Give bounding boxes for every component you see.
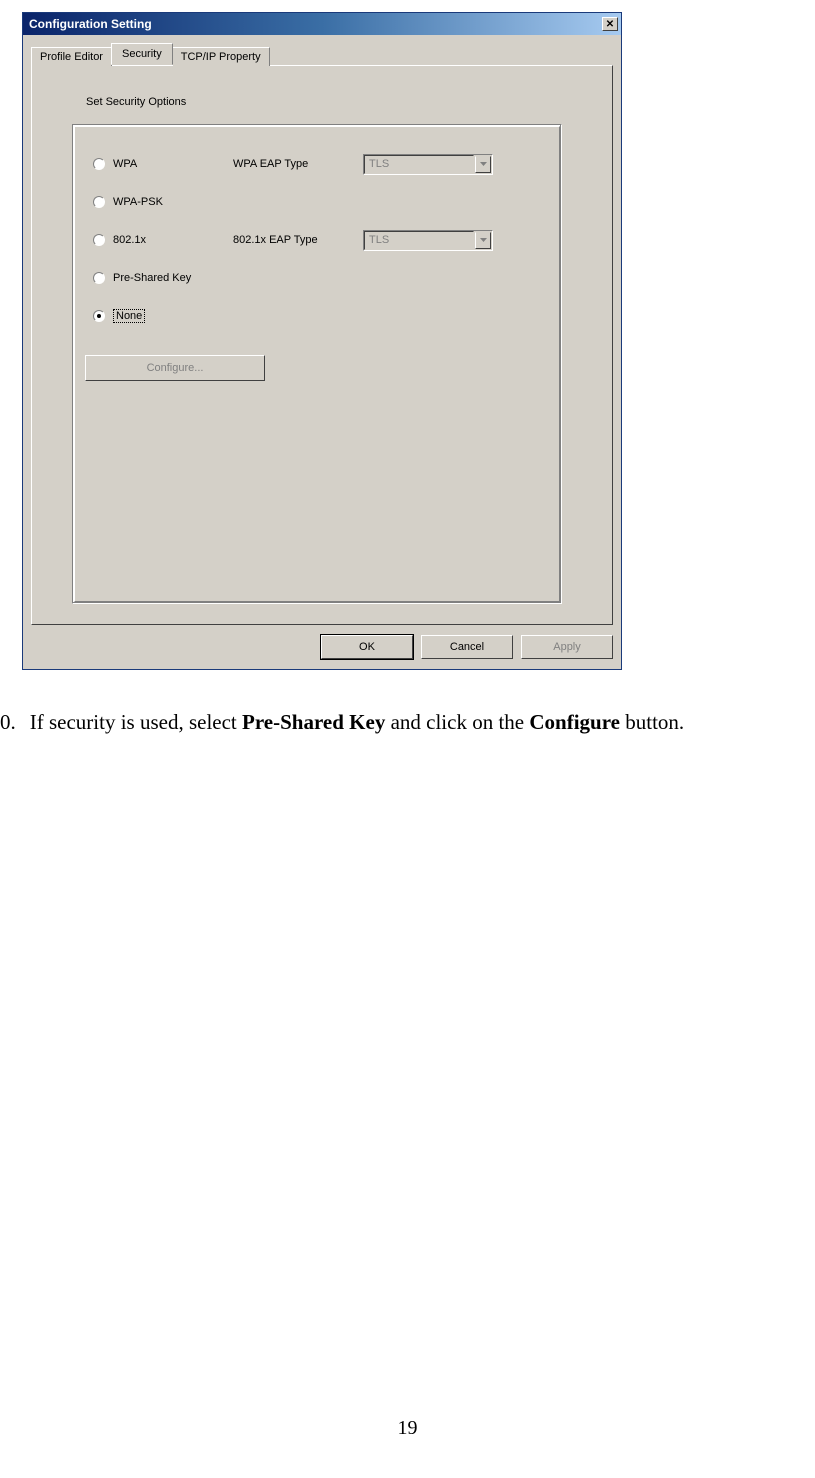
radio-psk[interactable] [93, 272, 105, 284]
dialog-button-row: OK Cancel Apply [31, 635, 613, 659]
dot1x-eap-type-label: 802.1x EAP Type [233, 234, 318, 246]
chevron-down-icon [480, 162, 487, 166]
radio-none-label: None [113, 309, 145, 323]
row-none: None [93, 297, 541, 335]
chevron-down-icon [480, 238, 487, 242]
radio-802-1x[interactable] [93, 234, 105, 246]
row-802-1x: 802.1x 802.1x EAP Type TLS [93, 221, 541, 259]
ok-button[interactable]: OK [321, 635, 413, 659]
tab-tcpip[interactable]: TCP/IP Property [172, 47, 270, 66]
radio-psk-label: Pre-Shared Key [113, 272, 191, 284]
instruction-mid: and click on the [385, 710, 529, 734]
radio-wpa-label: WPA [113, 158, 137, 170]
close-icon: ✕ [606, 19, 614, 30]
instruction-pre: If security is used, select [30, 710, 242, 734]
row-psk: Pre-Shared Key [93, 259, 541, 297]
wpa-eap-type-label: WPA EAP Type [233, 158, 308, 170]
row-wpa-psk: WPA-PSK [93, 183, 541, 221]
group-label: Set Security Options [86, 96, 592, 108]
dialog-title: Configuration Setting [29, 17, 152, 31]
dropdown-button[interactable] [475, 232, 491, 249]
dot1x-eap-type-dropdown[interactable]: TLS [363, 230, 493, 251]
dot1x-eap-type-value: TLS [364, 231, 474, 250]
instruction-text: 0. If security is used, select Pre-Shared… [0, 710, 684, 735]
radio-none[interactable] [93, 310, 105, 322]
dropdown-button[interactable] [475, 156, 491, 173]
close-button[interactable]: ✕ [602, 17, 618, 31]
radio-802-1x-label: 802.1x [113, 234, 146, 246]
tabs: Profile Editor Security TCP/IP Property [31, 43, 613, 65]
radio-wpa-psk[interactable] [93, 196, 105, 208]
instruction-number: 0. [0, 710, 16, 734]
configuration-dialog: Configuration Setting ✕ Profile Editor S… [22, 12, 622, 670]
instruction-bold1: Pre-Shared Key [242, 710, 385, 734]
wpa-eap-type-dropdown[interactable]: TLS [363, 154, 493, 175]
radio-dot-icon [97, 314, 101, 318]
apply-button[interactable]: Apply [521, 635, 613, 659]
row-wpa: WPA WPA EAP Type TLS [93, 145, 541, 183]
radio-wpa-psk-label: WPA-PSK [113, 196, 163, 208]
configure-button[interactable]: Configure... [85, 355, 265, 381]
tab-security[interactable]: Security [111, 43, 173, 65]
tab-profile-editor[interactable]: Profile Editor [31, 47, 112, 66]
wpa-eap-type-value: TLS [364, 155, 474, 174]
page-number: 19 [0, 1417, 815, 1440]
dialog-body: Profile Editor Security TCP/IP Property … [23, 35, 621, 669]
instruction-bold2: Configure [529, 710, 620, 734]
tab-panel-security: Set Security Options WPA WPA EAP Type TL… [31, 65, 613, 625]
cancel-button[interactable]: Cancel [421, 635, 513, 659]
instruction-post: button. [620, 710, 684, 734]
radio-wpa[interactable] [93, 158, 105, 170]
security-options-fieldset: WPA WPA EAP Type TLS [72, 124, 562, 604]
titlebar[interactable]: Configuration Setting ✕ [23, 13, 621, 35]
